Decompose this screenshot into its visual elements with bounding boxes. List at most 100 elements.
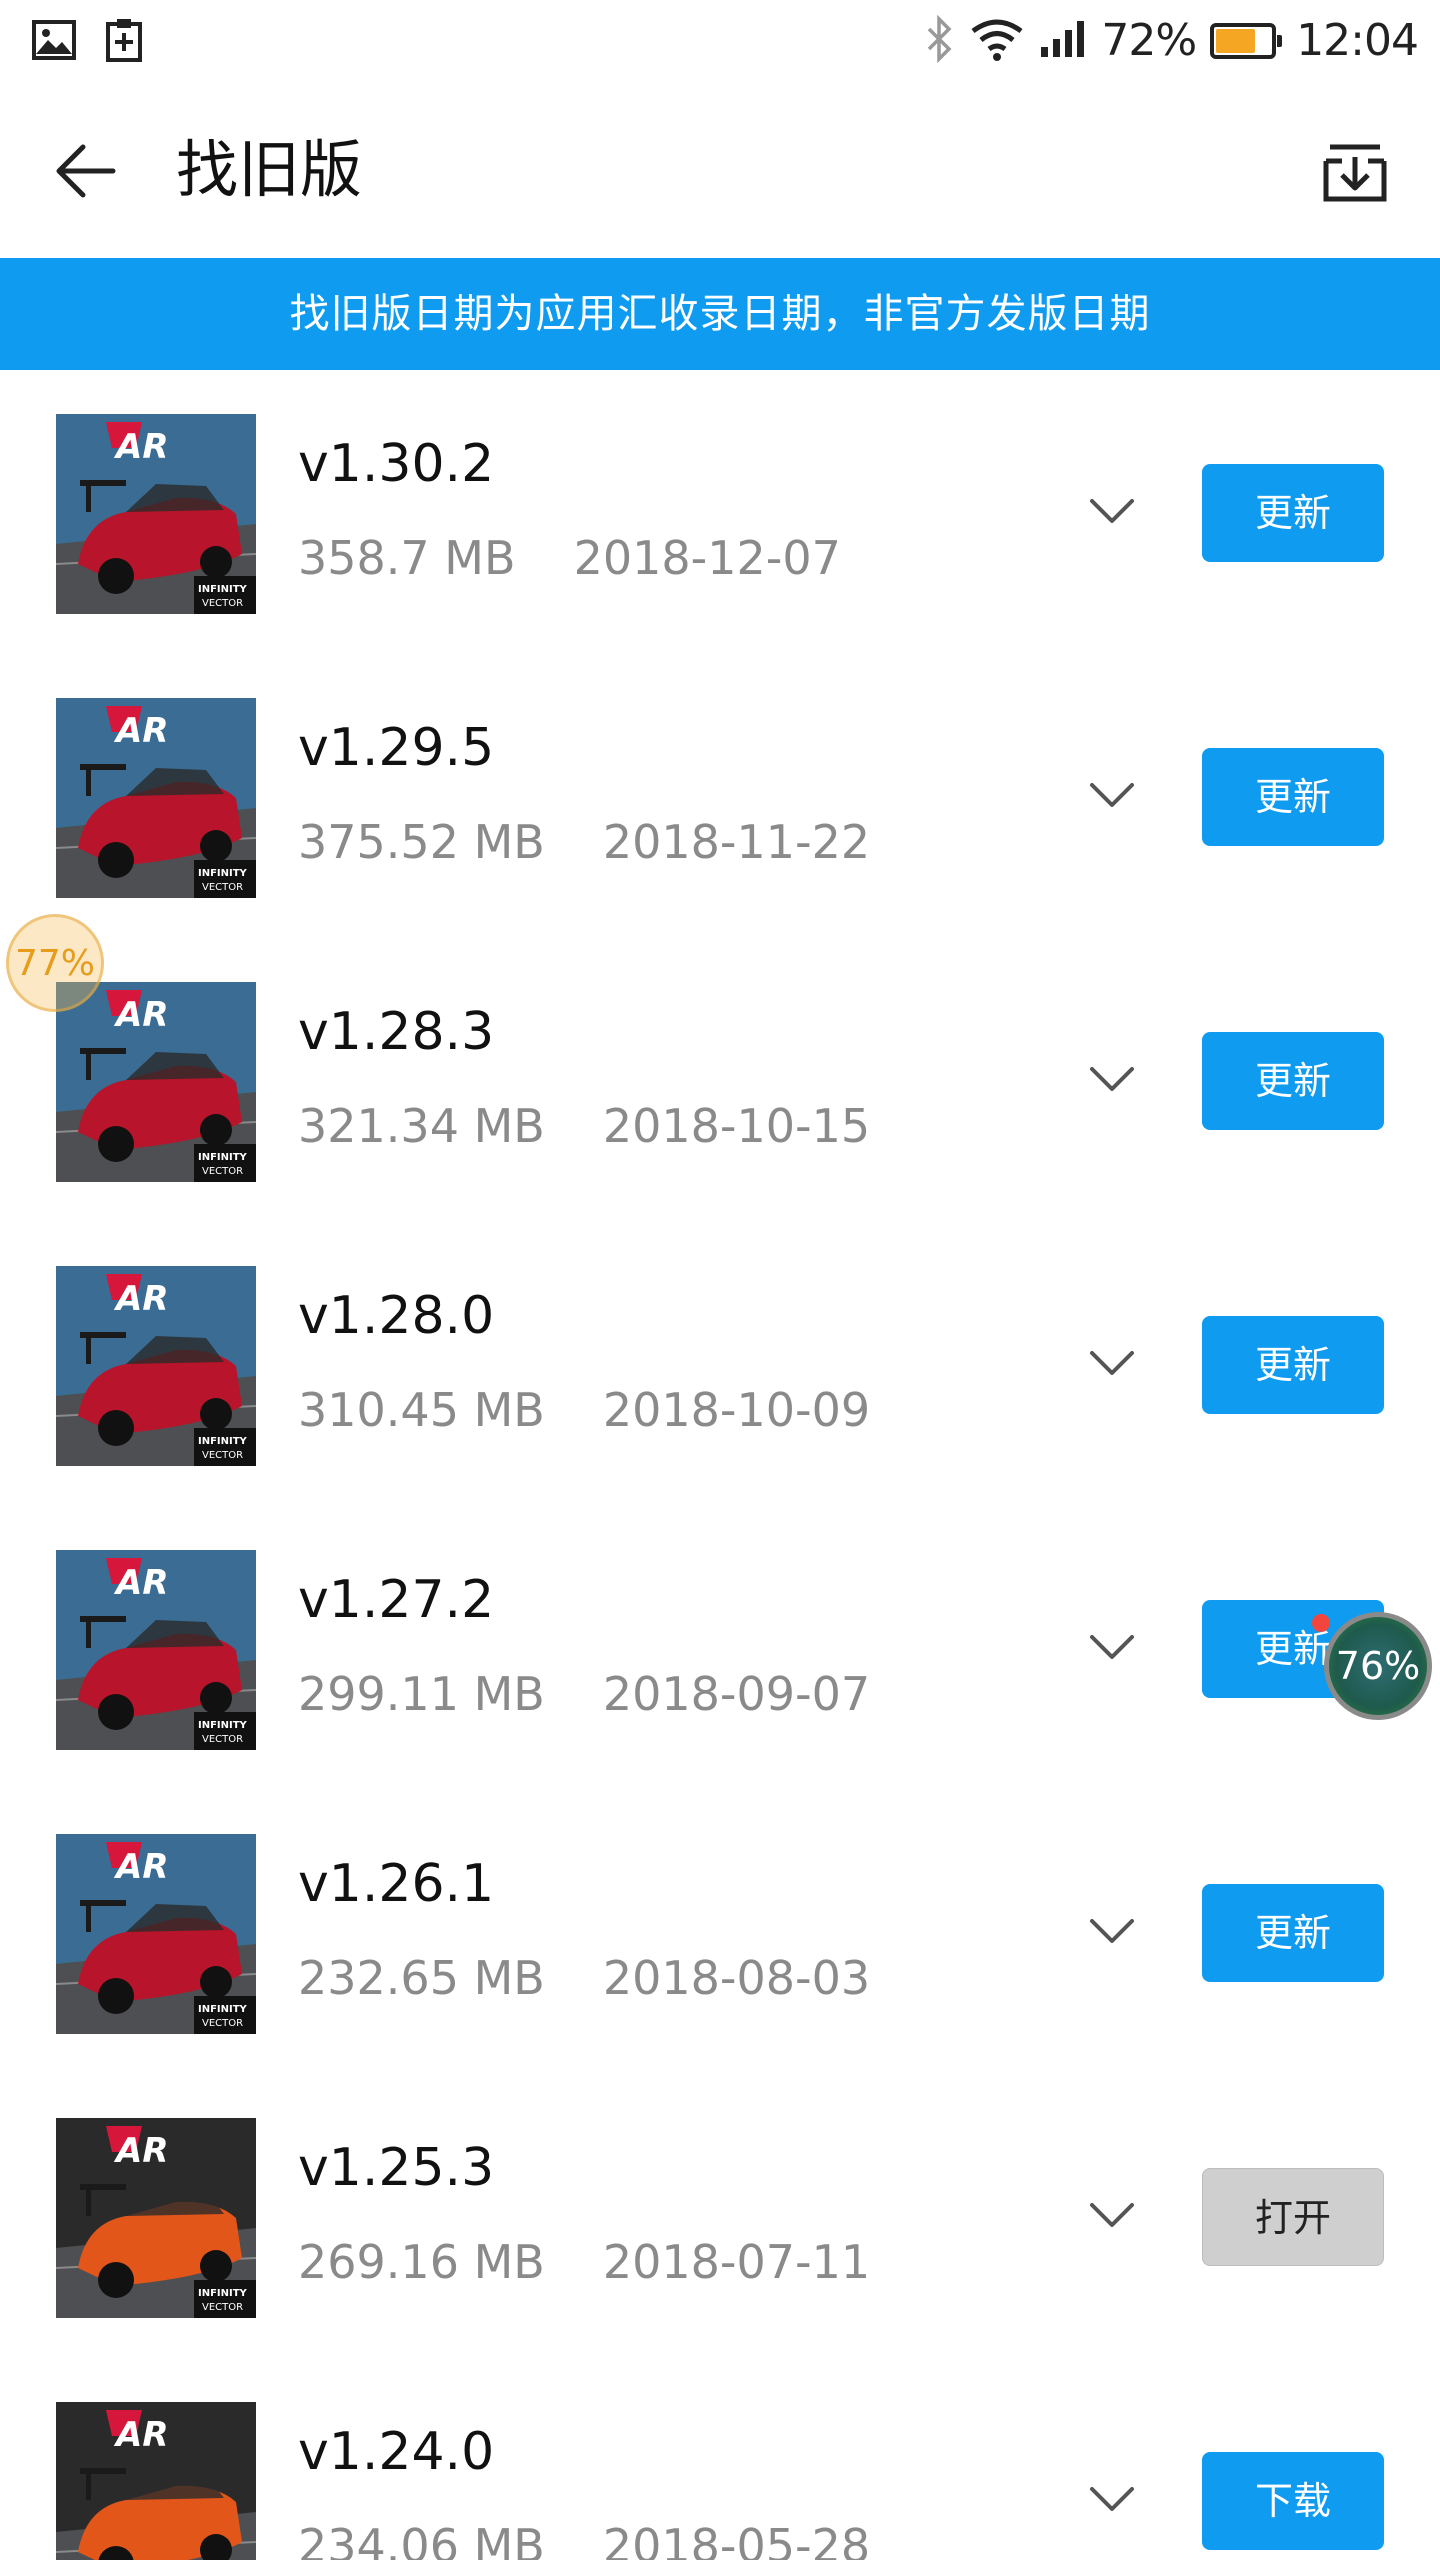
notification-dot	[1312, 1614, 1330, 1632]
file-size: 375.52 MB	[298, 815, 545, 869]
floating-percent-widget-left[interactable]: 77%	[6, 914, 104, 1012]
floating-percent-widget-right[interactable]: 76%	[1324, 1612, 1432, 1720]
action-button[interactable]: 打开	[1202, 2168, 1384, 2266]
download-manager-button[interactable]	[1310, 126, 1400, 216]
version-meta: 234.06 MB 2018-05-28	[298, 2518, 870, 2560]
app-thumbnail: AR INFINITY VECTOR	[56, 1834, 256, 2034]
version-number: v1.27.2	[298, 1570, 495, 1630]
app-thumbnail: AR INFINITY VECTOR	[56, 1266, 256, 1466]
download-tray-icon	[1323, 144, 1387, 202]
action-button[interactable]: 下载	[1202, 2452, 1384, 2550]
version-number: v1.24.0	[298, 2422, 495, 2482]
file-size: 232.65 MB	[298, 1951, 545, 2005]
file-size: 321.34 MB	[298, 1099, 545, 1153]
version-number: v1.26.1	[298, 1854, 495, 1914]
version-meta: 321.34 MB 2018-10-15	[298, 1098, 870, 1154]
version-row[interactable]: AR INFINITY VECTOR v1.26.1 232.65 MB 201…	[0, 1790, 1440, 2074]
battery-level-fill	[1216, 29, 1256, 53]
file-size: 269.16 MB	[298, 2235, 545, 2289]
wifi-icon	[969, 17, 1025, 65]
app-bar: 找旧版	[0, 82, 1440, 258]
version-row[interactable]: AR INFINITY VECTOR v1.29.5 375.52 MB 201…	[0, 654, 1440, 938]
chevron-down-icon	[1090, 1919, 1134, 1943]
thumb-logo: AR	[113, 711, 169, 751]
expand-button[interactable]	[1082, 1902, 1142, 1962]
page-title: 找旧版	[176, 133, 363, 206]
version-row[interactable]: AR INFINITY VECTOR v1.28.3 321.34 MB 201…	[0, 938, 1440, 1222]
expand-button[interactable]	[1082, 766, 1142, 826]
version-row[interactable]: AR INFINITY VECTOR v1.30.2 358.7 MB 2018…	[0, 370, 1440, 654]
app-thumbnail: AR INFINITY VECTOR	[56, 414, 256, 614]
expand-button[interactable]	[1082, 482, 1142, 542]
release-date: 2018-09-07	[602, 1667, 871, 1721]
thumb-badge-line1: INFINITY	[198, 868, 248, 879]
chevron-down-icon	[1090, 2487, 1134, 2511]
version-meta: 358.7 MB 2018-12-07	[298, 530, 841, 586]
version-number: v1.28.0	[298, 1286, 495, 1346]
app-thumbnail: AR INFINITY VECTOR	[56, 982, 256, 1182]
expand-button[interactable]	[1082, 1050, 1142, 1110]
back-button[interactable]	[40, 126, 130, 216]
release-date: 2018-05-28	[602, 2519, 871, 2560]
expand-button[interactable]	[1082, 2186, 1142, 2246]
thumb-logo: AR	[113, 1279, 169, 1319]
thumb-badge-line1: INFINITY	[198, 584, 248, 595]
notice-banner: 找旧版日期为应用汇收录日期，非官方发版日期	[0, 258, 1440, 370]
status-bar: 72% 12:04	[0, 0, 1440, 82]
app-thumbnail: AR INFINITY VECTOR	[56, 2118, 256, 2318]
battery-percent: 72%	[1101, 15, 1197, 66]
thumb-badge-line1: INFINITY	[198, 1436, 248, 1447]
chevron-down-icon	[1090, 499, 1134, 523]
action-button[interactable]: 更新	[1202, 748, 1384, 846]
version-number: v1.29.5	[298, 718, 495, 778]
thumb-logo: AR	[113, 1847, 169, 1887]
version-meta: 232.65 MB 2018-08-03	[298, 1950, 870, 2006]
version-meta: 375.52 MB 2018-11-22	[298, 814, 870, 870]
version-meta: 299.11 MB 2018-09-07	[298, 1666, 870, 1722]
image-icon	[32, 20, 76, 64]
arrow-left-icon	[56, 144, 116, 198]
app-thumbnail: AR INFINITY VECTOR	[56, 1550, 256, 1750]
chevron-down-icon	[1090, 1351, 1134, 1375]
chevron-down-icon	[1090, 2203, 1134, 2227]
file-size: 310.45 MB	[298, 1383, 545, 1437]
version-row[interactable]: AR INFINITY VECTOR v1.24.0 234.06 MB 201…	[0, 2358, 1440, 2560]
release-date: 2018-10-15	[602, 1099, 871, 1153]
release-date: 2018-10-09	[602, 1383, 871, 1437]
status-time: 12:04	[1296, 15, 1419, 66]
version-row[interactable]: AR INFINITY VECTOR v1.25.3 269.16 MB 201…	[0, 2074, 1440, 2358]
thumb-badge-line1: INFINITY	[198, 2288, 248, 2299]
version-row[interactable]: AR INFINITY VECTOR v1.27.2 299.11 MB 201…	[0, 1506, 1440, 1790]
thumb-badge-line2: VECTOR	[202, 2018, 243, 2029]
thumb-logo: AR	[113, 427, 169, 467]
thumb-badge-line2: VECTOR	[202, 1450, 243, 1461]
app-thumbnail: AR INFINITY VECTOR	[56, 2402, 256, 2560]
release-date: 2018-07-11	[602, 2235, 871, 2289]
version-meta: 310.45 MB 2018-10-09	[298, 1382, 870, 1438]
action-button[interactable]: 更新	[1202, 464, 1384, 562]
thumb-badge-line2: VECTOR	[202, 2302, 243, 2313]
battery-icon	[1210, 23, 1283, 59]
chevron-down-icon	[1090, 1635, 1134, 1659]
file-size: 358.7 MB	[298, 531, 516, 585]
expand-button[interactable]	[1082, 1334, 1142, 1394]
app-thumbnail: AR INFINITY VECTOR	[56, 698, 256, 898]
expand-button[interactable]	[1082, 2470, 1142, 2530]
action-button[interactable]: 更新	[1202, 1032, 1384, 1130]
expand-button[interactable]	[1082, 1618, 1142, 1678]
clipboard-plus-icon	[106, 18, 142, 66]
release-date: 2018-12-07	[573, 531, 841, 585]
thumb-badge-line2: VECTOR	[202, 1734, 243, 1745]
version-number: v1.30.2	[298, 434, 495, 494]
action-button[interactable]: 更新	[1202, 1316, 1384, 1414]
thumb-badge-line2: VECTOR	[202, 882, 243, 893]
thumb-badge-line2: VECTOR	[202, 598, 243, 609]
version-number: v1.28.3	[298, 1002, 495, 1062]
file-size: 299.11 MB	[298, 1667, 545, 1721]
action-button[interactable]: 更新	[1202, 1884, 1384, 1982]
version-number: v1.25.3	[298, 2138, 495, 2198]
version-row[interactable]: AR INFINITY VECTOR v1.28.0 310.45 MB 201…	[0, 1222, 1440, 1506]
release-date: 2018-11-22	[602, 815, 871, 869]
thumb-badge-line1: INFINITY	[198, 1720, 248, 1731]
thumb-logo: AR	[113, 1563, 169, 1603]
